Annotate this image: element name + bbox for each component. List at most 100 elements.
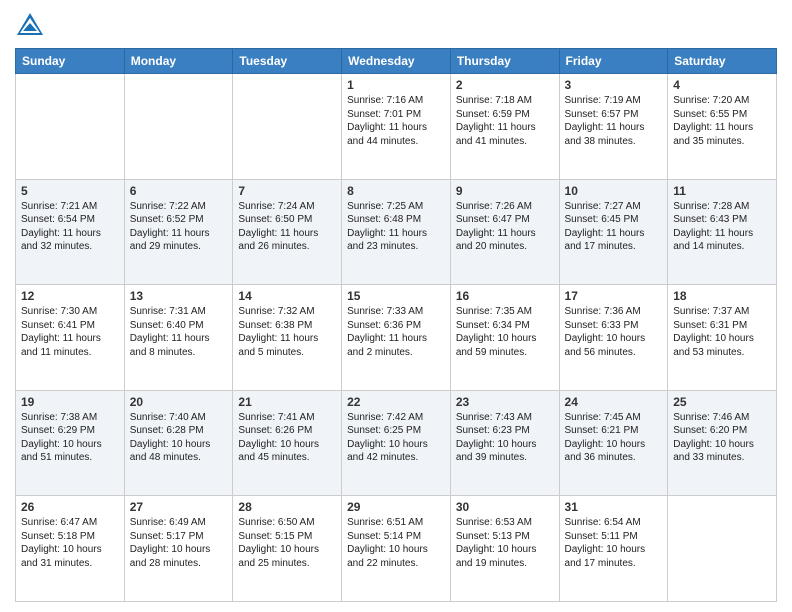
calendar-cell: 13 Sunrise: 7:31 AM Sunset: 6:40 PM Dayli… bbox=[124, 285, 233, 391]
calendar-cell: 16 Sunrise: 7:35 AM Sunset: 6:34 PM Dayli… bbox=[450, 285, 559, 391]
cell-info: Sunrise: 7:43 AM Sunset: 6:23 PM Dayligh… bbox=[456, 411, 554, 465]
day-number: 6 bbox=[130, 184, 228, 198]
cell-info: Sunrise: 7:36 AM Sunset: 6:33 PM Dayligh… bbox=[565, 305, 663, 359]
calendar-cell: 5 Sunrise: 7:21 AM Sunset: 6:54 PM Daylig… bbox=[16, 179, 125, 285]
calendar-table: SundayMondayTuesdayWednesdayThursdayFrid… bbox=[15, 48, 777, 602]
calendar-cell: 29 Sunrise: 6:51 AM Sunset: 5:14 PM Dayli… bbox=[342, 496, 451, 602]
cell-info: Sunrise: 6:54 AM Sunset: 5:11 PM Dayligh… bbox=[565, 516, 663, 570]
cell-info: Sunrise: 7:16 AM Sunset: 7:01 PM Dayligh… bbox=[347, 94, 445, 148]
day-number: 23 bbox=[456, 395, 554, 409]
calendar-cell: 14Sunrise: 7:32 AM Sunset: 6:38 PM Dayli… bbox=[233, 285, 342, 391]
calendar-cell: 10Sunrise: 7:27 AM Sunset: 6:45 PM Dayli… bbox=[559, 179, 668, 285]
calendar-cell: 11 Sunrise: 7:28 AM Sunset: 6:43 PM Dayli… bbox=[668, 179, 777, 285]
day-number: 7 bbox=[238, 184, 336, 198]
cell-info: Sunrise: 7:33 AM Sunset: 6:36 PM Dayligh… bbox=[347, 305, 445, 359]
day-number: 19 bbox=[21, 395, 119, 409]
cell-info: Sunrise: 6:53 AM Sunset: 5:13 PM Dayligh… bbox=[456, 516, 554, 570]
cell-info: Sunrise: 7:45 AM Sunset: 6:21 PM Dayligh… bbox=[565, 411, 663, 465]
day-number: 22 bbox=[347, 395, 445, 409]
calendar-cell: 7 Sunrise: 7:24 AM Sunset: 6:50 PM Daylig… bbox=[233, 179, 342, 285]
weekday-header-tuesday: Tuesday bbox=[233, 49, 342, 74]
day-number: 11 bbox=[673, 184, 771, 198]
cell-info: Sunrise: 7:42 AM Sunset: 6:25 PM Dayligh… bbox=[347, 411, 445, 465]
day-number: 1 bbox=[347, 78, 445, 92]
cell-info: Sunrise: 7:28 AM Sunset: 6:43 PM Dayligh… bbox=[673, 200, 771, 254]
cell-info: Sunrise: 6:47 AM Sunset: 5:18 PM Dayligh… bbox=[21, 516, 119, 570]
cell-info: Sunrise: 7:20 AM Sunset: 6:55 PM Dayligh… bbox=[673, 94, 771, 148]
cell-info: Sunrise: 7:24 AM Sunset: 6:50 PM Dayligh… bbox=[238, 200, 336, 254]
week-row-1: 1 Sunrise: 7:16 AM Sunset: 7:01 PM Daylig… bbox=[16, 74, 777, 180]
weekday-header-friday: Friday bbox=[559, 49, 668, 74]
calendar-cell: 28Sunrise: 6:50 AM Sunset: 5:15 PM Dayli… bbox=[233, 496, 342, 602]
cell-info: Sunrise: 7:18 AM Sunset: 6:59 PM Dayligh… bbox=[456, 94, 554, 148]
weekday-header-sunday: Sunday bbox=[16, 49, 125, 74]
cell-info: Sunrise: 6:51 AM Sunset: 5:14 PM Dayligh… bbox=[347, 516, 445, 570]
calendar-cell: 22 Sunrise: 7:42 AM Sunset: 6:25 PM Dayli… bbox=[342, 390, 451, 496]
day-number: 9 bbox=[456, 184, 554, 198]
calendar-cell: 2 Sunrise: 7:18 AM Sunset: 6:59 PM Daylig… bbox=[450, 74, 559, 180]
cell-info: Sunrise: 7:31 AM Sunset: 6:40 PM Dayligh… bbox=[130, 305, 228, 359]
calendar-cell: 19 Sunrise: 7:38 AM Sunset: 6:29 PM Dayli… bbox=[16, 390, 125, 496]
day-number: 13 bbox=[130, 289, 228, 303]
weekday-header-monday: Monday bbox=[124, 49, 233, 74]
day-number: 29 bbox=[347, 500, 445, 514]
day-number: 26 bbox=[21, 500, 119, 514]
day-number: 8 bbox=[347, 184, 445, 198]
cell-info: Sunrise: 7:38 AM Sunset: 6:29 PM Dayligh… bbox=[21, 411, 119, 465]
week-row-5: 26 Sunrise: 6:47 AM Sunset: 5:18 PM Dayli… bbox=[16, 496, 777, 602]
cell-info: Sunrise: 7:46 AM Sunset: 6:20 PM Dayligh… bbox=[673, 411, 771, 465]
calendar-cell bbox=[16, 74, 125, 180]
cell-info: Sunrise: 7:21 AM Sunset: 6:54 PM Dayligh… bbox=[21, 200, 119, 254]
weekday-header-thursday: Thursday bbox=[450, 49, 559, 74]
day-number: 17 bbox=[565, 289, 663, 303]
logo bbox=[15, 10, 49, 40]
cell-info: Sunrise: 7:22 AM Sunset: 6:52 PM Dayligh… bbox=[130, 200, 228, 254]
day-number: 12 bbox=[21, 289, 119, 303]
calendar-cell: 21Sunrise: 7:41 AM Sunset: 6:26 PM Dayli… bbox=[233, 390, 342, 496]
calendar-cell: 26 Sunrise: 6:47 AM Sunset: 5:18 PM Dayli… bbox=[16, 496, 125, 602]
calendar-cell: 1 Sunrise: 7:16 AM Sunset: 7:01 PM Daylig… bbox=[342, 74, 451, 180]
week-row-2: 5 Sunrise: 7:21 AM Sunset: 6:54 PM Daylig… bbox=[16, 179, 777, 285]
day-number: 24 bbox=[565, 395, 663, 409]
calendar-cell: 23 Sunrise: 7:43 AM Sunset: 6:23 PM Dayli… bbox=[450, 390, 559, 496]
calendar-cell bbox=[233, 74, 342, 180]
day-number: 15 bbox=[347, 289, 445, 303]
calendar-cell: 24 Sunrise: 7:45 AM Sunset: 6:21 PM Dayli… bbox=[559, 390, 668, 496]
week-row-3: 12 Sunrise: 7:30 AM Sunset: 6:41 PM Dayli… bbox=[16, 285, 777, 391]
cell-info: Sunrise: 7:32 AM Sunset: 6:38 PM Dayligh… bbox=[238, 305, 336, 359]
calendar-cell: 27Sunrise: 6:49 AM Sunset: 5:17 PM Dayli… bbox=[124, 496, 233, 602]
cell-info: Sunrise: 7:26 AM Sunset: 6:47 PM Dayligh… bbox=[456, 200, 554, 254]
calendar-cell: 30Sunrise: 6:53 AM Sunset: 5:13 PM Dayli… bbox=[450, 496, 559, 602]
day-number: 31 bbox=[565, 500, 663, 514]
calendar-cell bbox=[124, 74, 233, 180]
calendar-cell: 6 Sunrise: 7:22 AM Sunset: 6:52 PM Daylig… bbox=[124, 179, 233, 285]
page: SundayMondayTuesdayWednesdayThursdayFrid… bbox=[0, 0, 792, 612]
cell-info: Sunrise: 7:35 AM Sunset: 6:34 PM Dayligh… bbox=[456, 305, 554, 359]
calendar-cell: 4 Sunrise: 7:20 AM Sunset: 6:55 PM Daylig… bbox=[668, 74, 777, 180]
day-number: 4 bbox=[673, 78, 771, 92]
cell-info: Sunrise: 7:40 AM Sunset: 6:28 PM Dayligh… bbox=[130, 411, 228, 465]
calendar-cell: 31 Sunrise: 6:54 AM Sunset: 5:11 PM Dayli… bbox=[559, 496, 668, 602]
calendar-cell: 15 Sunrise: 7:33 AM Sunset: 6:36 PM Dayli… bbox=[342, 285, 451, 391]
cell-info: Sunrise: 7:25 AM Sunset: 6:48 PM Dayligh… bbox=[347, 200, 445, 254]
cell-info: Sunrise: 7:37 AM Sunset: 6:31 PM Dayligh… bbox=[673, 305, 771, 359]
day-number: 3 bbox=[565, 78, 663, 92]
day-number: 21 bbox=[238, 395, 336, 409]
calendar-cell: 20Sunrise: 7:40 AM Sunset: 6:28 PM Dayli… bbox=[124, 390, 233, 496]
calendar-cell: 12 Sunrise: 7:30 AM Sunset: 6:41 PM Dayli… bbox=[16, 285, 125, 391]
day-number: 2 bbox=[456, 78, 554, 92]
day-number: 27 bbox=[130, 500, 228, 514]
calendar-cell: 8 Sunrise: 7:25 AM Sunset: 6:48 PM Daylig… bbox=[342, 179, 451, 285]
day-number: 5 bbox=[21, 184, 119, 198]
calendar-cell: 25Sunrise: 7:46 AM Sunset: 6:20 PM Dayli… bbox=[668, 390, 777, 496]
cell-info: Sunrise: 7:19 AM Sunset: 6:57 PM Dayligh… bbox=[565, 94, 663, 148]
calendar-cell: 18 Sunrise: 7:37 AM Sunset: 6:31 PM Dayli… bbox=[668, 285, 777, 391]
day-number: 18 bbox=[673, 289, 771, 303]
week-row-4: 19 Sunrise: 7:38 AM Sunset: 6:29 PM Dayli… bbox=[16, 390, 777, 496]
cell-info: Sunrise: 7:30 AM Sunset: 6:41 PM Dayligh… bbox=[21, 305, 119, 359]
day-number: 16 bbox=[456, 289, 554, 303]
logo-icon bbox=[15, 10, 45, 40]
weekday-header-row: SundayMondayTuesdayWednesdayThursdayFrid… bbox=[16, 49, 777, 74]
day-number: 10 bbox=[565, 184, 663, 198]
calendar-cell bbox=[668, 496, 777, 602]
